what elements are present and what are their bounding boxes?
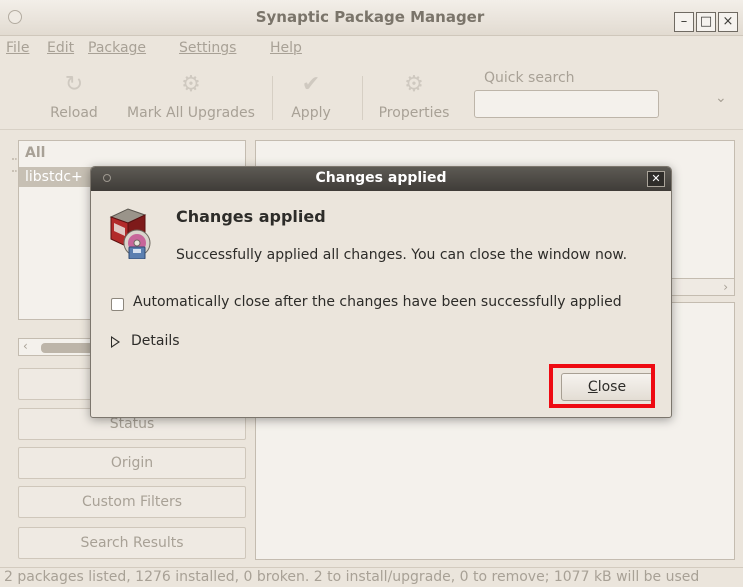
dialog-message: Successfully applied all changes. You ca… bbox=[176, 247, 628, 263]
toolbar-separator bbox=[362, 76, 363, 120]
chevron-down-icon[interactable]: ⌄ bbox=[715, 90, 727, 106]
main-titlebar: Synaptic Package Manager – □ × bbox=[0, 0, 743, 36]
maximize-button[interactable]: □ bbox=[696, 12, 716, 32]
menu-file[interactable]: File bbox=[6, 40, 29, 56]
quick-search-input[interactable] bbox=[474, 90, 659, 118]
properties-button[interactable]: ⚙ Properties bbox=[370, 68, 458, 126]
close-button-accel: C bbox=[587, 379, 598, 395]
toolbar-grip[interactable] bbox=[12, 158, 17, 172]
chevron-right-icon[interactable]: › bbox=[723, 280, 728, 294]
menu-edit[interactable]: Edit bbox=[47, 40, 74, 56]
properties-label: Properties bbox=[378, 105, 450, 121]
dialog-heading: Changes applied bbox=[176, 207, 326, 226]
reload-label: Reload bbox=[50, 105, 98, 121]
reload-button[interactable]: ↻ Reload bbox=[38, 68, 110, 126]
toolbar-separator bbox=[272, 76, 273, 120]
properties-icon: ⚙ bbox=[404, 72, 424, 97]
auto-close-label[interactable]: Automatically close after the changes ha… bbox=[133, 294, 622, 310]
mark-all-upgrades-label: Mark All Upgrades bbox=[127, 105, 255, 121]
dialog-title: Changes applied bbox=[315, 170, 447, 186]
changes-applied-dialog: Changes applied ✕ Changes applied Succes… bbox=[90, 166, 672, 418]
dialog-close-icon[interactable]: ✕ bbox=[647, 171, 665, 187]
status-text: 2 packages listed, 1276 installed, 0 bro… bbox=[4, 569, 700, 585]
expander-arrow-icon[interactable] bbox=[111, 336, 120, 348]
window-menu-icon[interactable] bbox=[8, 10, 22, 24]
statusbar: 2 packages listed, 1276 installed, 0 bro… bbox=[0, 567, 743, 587]
chevron-left-icon[interactable]: ‹ bbox=[23, 339, 28, 353]
quick-search-label: Quick search bbox=[484, 70, 575, 86]
menu-package[interactable]: Package bbox=[88, 40, 146, 56]
close-button[interactable]: Close bbox=[561, 373, 653, 401]
search-results-button[interactable]: Search Results bbox=[18, 527, 246, 559]
checkmark-icon: ✔ bbox=[301, 72, 321, 97]
mark-all-upgrades-button[interactable]: ⚙ Mark All Upgrades bbox=[116, 68, 266, 126]
package-install-icon bbox=[109, 208, 151, 259]
dialog-titlebar: Changes applied ✕ bbox=[91, 167, 671, 191]
minimize-button[interactable]: – bbox=[674, 12, 694, 32]
details-expander[interactable]: Details bbox=[131, 333, 180, 349]
menu-settings[interactable]: Settings bbox=[179, 40, 236, 56]
apply-button[interactable]: ✔ Apply bbox=[280, 68, 342, 126]
custom-filters-button[interactable]: Custom Filters bbox=[18, 486, 246, 518]
auto-close-checkbox[interactable] bbox=[111, 298, 124, 311]
menubar: File Edit Package Settings Help bbox=[0, 36, 743, 62]
reload-icon: ↻ bbox=[64, 72, 84, 97]
close-button-label: lose bbox=[597, 379, 627, 395]
apply-label: Apply bbox=[291, 105, 331, 121]
close-window-button[interactable]: × bbox=[718, 12, 738, 32]
window-controls: – □ × bbox=[674, 12, 738, 32]
filter-list-header: All bbox=[25, 145, 46, 161]
menu-help[interactable]: Help bbox=[270, 40, 302, 56]
window-title: Synaptic Package Manager bbox=[255, 8, 485, 26]
mark-upgrades-icon: ⚙ bbox=[181, 72, 201, 97]
origin-button[interactable]: Origin bbox=[18, 447, 246, 479]
